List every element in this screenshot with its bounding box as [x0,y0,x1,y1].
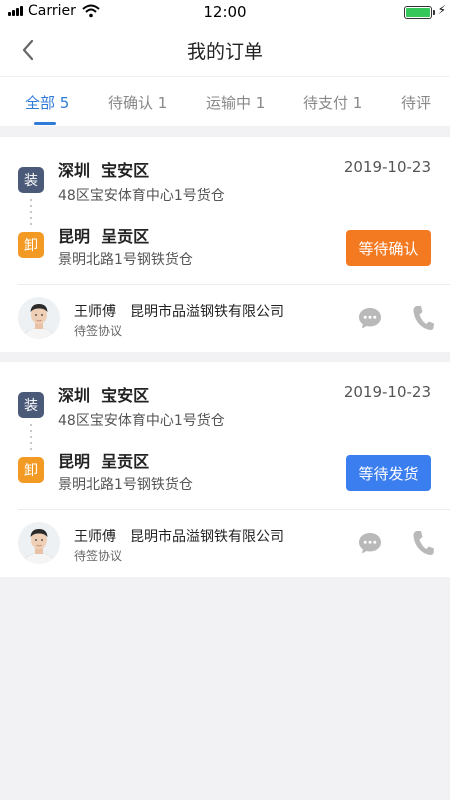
order-tabs: 全部 5 待确认 1 运输中 1 待支付 1 待评 [0,76,450,126]
status-bar: Carrier 12:00 ⚡ [0,0,450,24]
battery-level-fill [406,8,430,17]
unload-badge: 卸 [18,457,44,483]
company-name: 昆明市品溢钢铁有限公司 [130,529,284,545]
driver-info: 王师傅 昆明市品溢钢铁有限公司 [74,526,284,546]
tab-in-transit[interactable]: 运输中 1 [206,92,265,113]
origin-address: 48区宝安体育中心1号货仓 [58,413,225,429]
divider [18,284,450,285]
chat-bubble-icon [359,308,381,329]
charging-icon: ⚡ [437,3,446,17]
tab-indicator [34,122,56,125]
driver-info: 王师傅 昆明市品溢钢铁有限公司 [74,301,284,321]
destination-city: 昆明 呈贡区 [58,452,150,471]
tab-pending-payment[interactable]: 待支付 1 [303,92,362,113]
load-badge: 装 [18,392,44,418]
chat-bubble-icon [359,533,381,554]
origin-city: 深圳 宝安区 [58,386,150,405]
origin-city: 深圳 宝安区 [58,161,150,180]
route-dots [30,424,32,452]
status-button[interactable]: 等待发货 [346,455,431,491]
driver-name: 王师傅 [74,304,116,320]
origin-address: 48区宝安体育中心1号货仓 [58,188,225,204]
nav-bar: 我的订单 [0,24,450,76]
order-date: 2019-10-23 [343,158,431,176]
tab-all[interactable]: 全部 5 [25,92,69,113]
unload-badge: 卸 [18,232,44,258]
call-button[interactable] [411,304,435,332]
phone-icon [413,306,434,330]
back-button[interactable] [10,32,46,68]
order-date: 2019-10-23 [343,383,431,401]
message-button[interactable] [357,305,383,331]
load-badge: 装 [18,167,44,193]
phone-icon [413,531,434,555]
battery-cap [433,10,435,15]
destination-address: 景明北路1号钢铁货仓 [58,477,193,493]
destination-address: 景明北路1号钢铁货仓 [58,252,193,268]
company-name: 昆明市品溢钢铁有限公司 [130,304,284,320]
tab-pending-review[interactable]: 待评 [401,92,431,113]
page-title: 我的订单 [186,41,263,63]
status-button[interactable]: 等待确认 [346,230,431,266]
message-button[interactable] [357,530,383,556]
chevron-left-icon [22,39,34,61]
battery-icon [404,6,432,19]
order-card[interactable]: 装 卸 深圳 宝安区 48区宝安体育中心1号货仓 2019-10-23 昆明 呈… [0,362,450,577]
avatar [18,522,60,564]
driver-name: 王师傅 [74,529,116,545]
tab-pending-confirm[interactable]: 待确认 1 [108,92,167,113]
status-time: 12:00 [203,3,247,21]
contract-status: 待签协议 [74,324,123,338]
destination-city: 昆明 呈贡区 [58,227,150,246]
order-card[interactable]: 装 卸 深圳 宝安区 48区宝安体育中心1号货仓 2019-10-23 昆明 呈… [0,137,450,352]
call-button[interactable] [411,529,435,557]
divider [18,509,450,510]
contract-status: 待签协议 [74,549,123,563]
avatar [18,297,60,339]
route-dots [30,199,32,227]
